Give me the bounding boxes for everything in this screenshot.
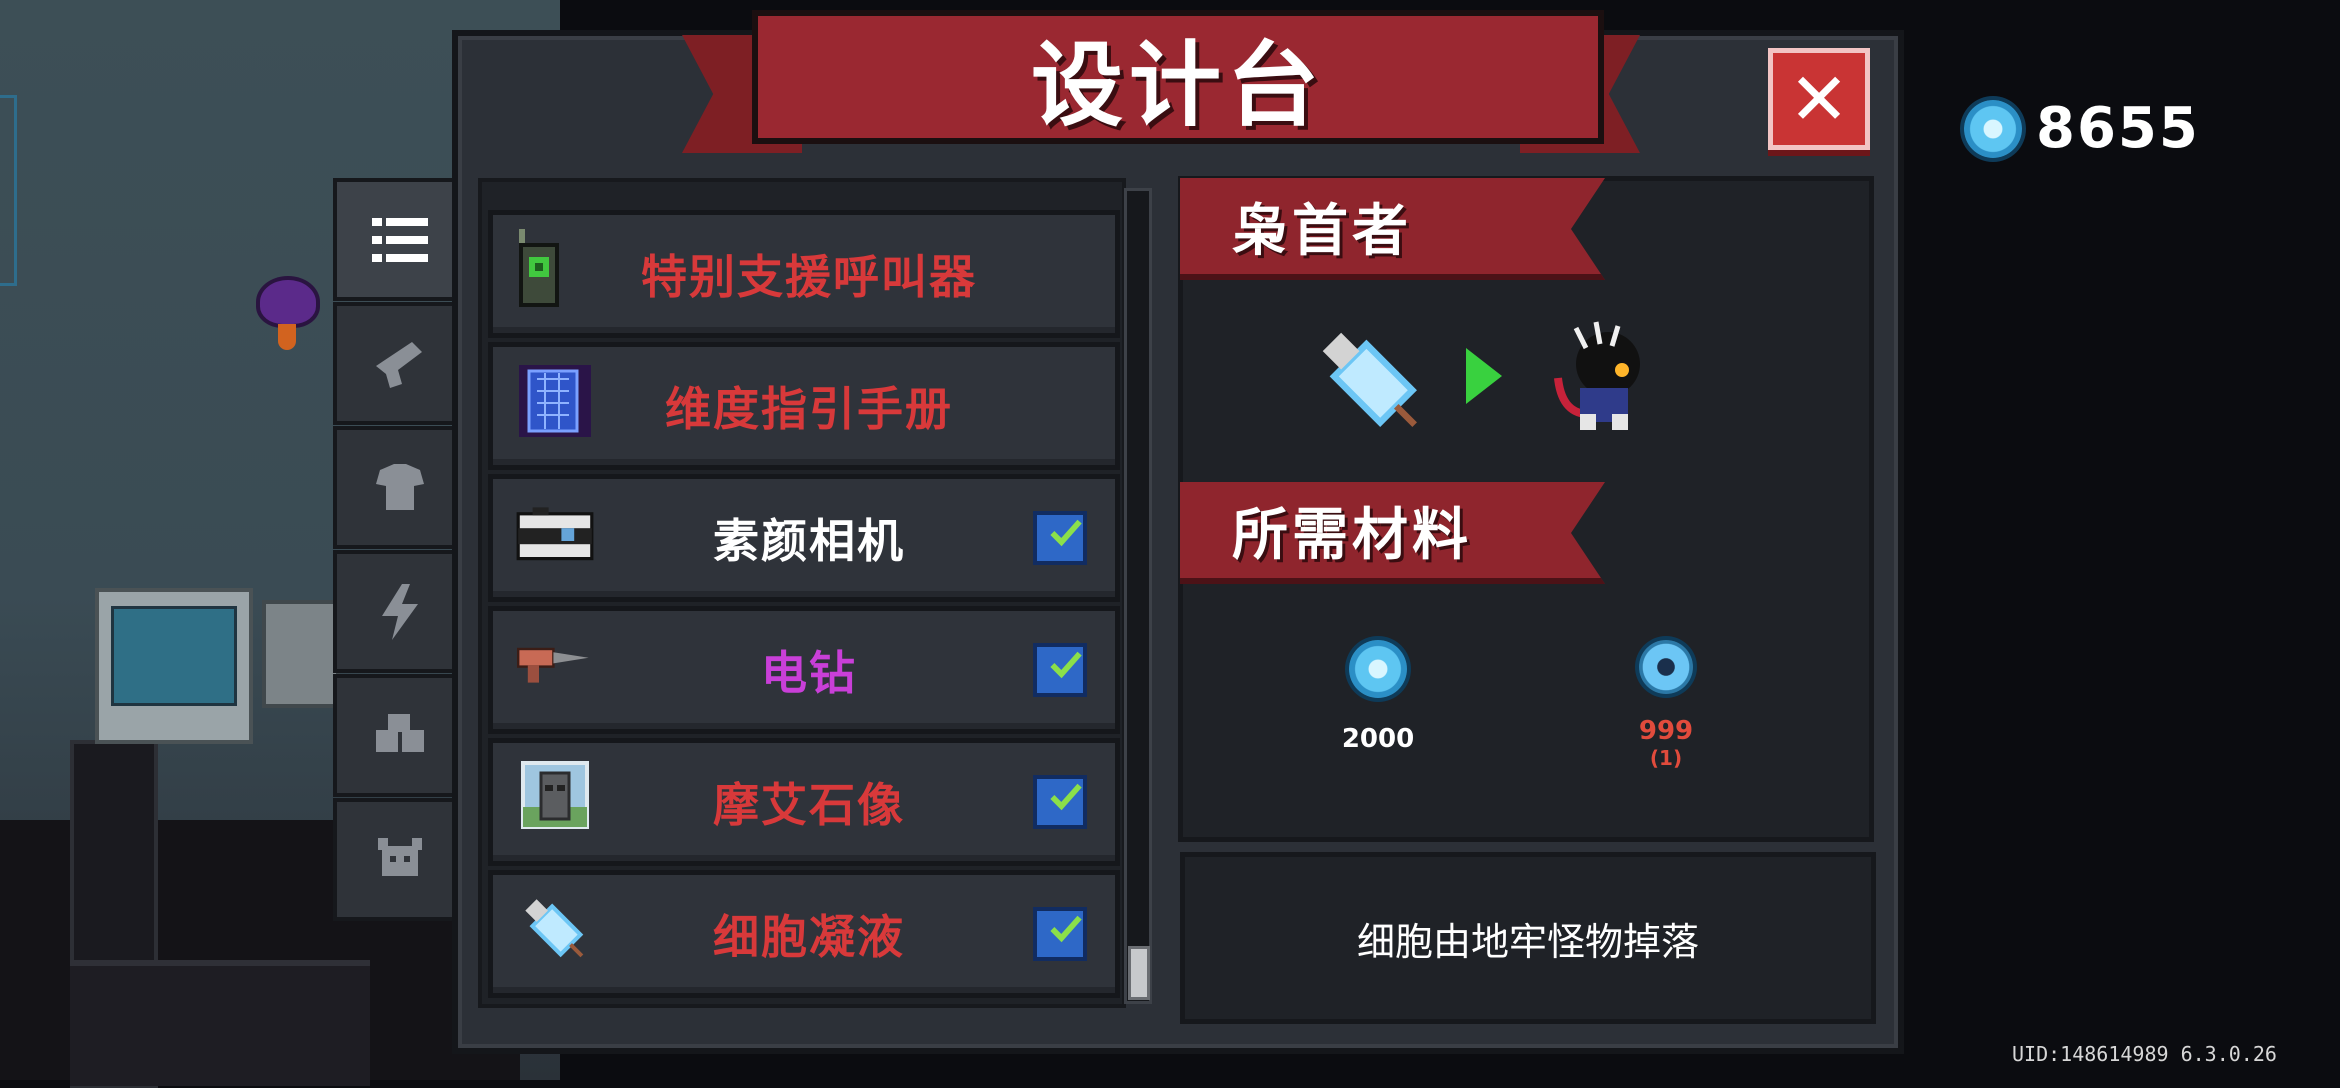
title-banner: 设计台 — [682, 10, 1640, 153]
checkmark-icon — [1050, 519, 1082, 547]
cell-syringe-icon — [515, 889, 595, 969]
close-icon: ✕ — [1788, 57, 1850, 141]
material-gems: 2000 — [1318, 640, 1438, 754]
checkmark-icon — [1050, 915, 1082, 943]
materials-ribbon: 所需材料 — [1180, 482, 1605, 584]
scrollbar-thumb[interactable] — [1128, 946, 1150, 1000]
description-text: 细胞由地牢怪物掉落 — [1356, 919, 1699, 964]
tab-weapons[interactable] — [333, 302, 462, 425]
description-box: 细胞由地牢怪物掉落 — [1180, 852, 1876, 1024]
list-scrollbar[interactable] — [1124, 188, 1152, 1004]
unlocked-checkbox — [1033, 907, 1087, 961]
materials-icon — [375, 713, 424, 752]
lightning-icon — [381, 583, 418, 640]
close-button[interactable]: ✕ — [1768, 48, 1870, 150]
green-arrow-icon — [1466, 348, 1502, 404]
walkie-talkie-icon — [515, 229, 595, 309]
list-item-name: 特别支援呼叫器 — [641, 250, 977, 304]
list-item-name: 素颜相机 — [713, 514, 905, 568]
cell-syringe-icon — [1322, 332, 1417, 427]
unlocked-checkbox — [1033, 511, 1087, 565]
tab-armor[interactable] — [333, 426, 462, 549]
workbench — [262, 600, 340, 708]
camera-icon — [515, 493, 595, 573]
checkmark-icon — [1050, 783, 1082, 811]
tab-skills[interactable] — [333, 550, 462, 673]
beheader-character-icon — [1554, 321, 1640, 430]
title-plate: 设计台 — [752, 10, 1604, 144]
list-item-name: 电钻 — [761, 646, 857, 700]
pet-icon — [377, 837, 422, 876]
list-item[interactable]: 摩艾石像 — [488, 738, 1120, 866]
blue-gem-icon — [1349, 640, 1407, 698]
checkmark-icon — [1050, 651, 1082, 679]
drill-icon — [515, 625, 595, 705]
uid-version-text: UID:148614989 6.3.0.26 — [2012, 1042, 2277, 1066]
panel-title: 设计台 — [1030, 31, 1325, 139]
unlocked-checkbox — [1033, 643, 1087, 697]
material-cells: 999 (1) — [1606, 640, 1726, 770]
target-title: 枭首者 — [1232, 198, 1412, 264]
tab-materials[interactable] — [333, 674, 462, 797]
list-item-name: 维度指引手册 — [665, 382, 953, 436]
gun-icon — [375, 341, 422, 388]
cell-material-icon — [1639, 640, 1693, 694]
gem-counter: 8655 — [1964, 96, 2200, 161]
list-item[interactable]: 维度指引手册 — [488, 342, 1120, 470]
blue-gem-icon — [1964, 99, 2022, 158]
unlocked-checkbox — [1033, 775, 1087, 829]
material-amount: 999 — [1638, 716, 1694, 746]
target-ribbon: 枭首者 — [1180, 178, 1605, 280]
purple-bat-enemy — [248, 270, 328, 350]
material-owned: (1) — [1649, 746, 1683, 770]
left-edge-frame — [0, 95, 17, 286]
dungeon-step — [70, 960, 370, 1086]
tab-pets[interactable] — [333, 798, 462, 921]
armor-icon — [375, 463, 424, 510]
material-amount: 2000 — [1341, 724, 1415, 754]
gem-amount: 8655 — [2036, 96, 2200, 161]
list-item-name: 摩艾石像 — [713, 778, 905, 832]
list-item[interactable]: 素颜相机 — [488, 474, 1120, 602]
tab-list[interactable] — [333, 178, 462, 301]
moai-statue-icon — [515, 757, 595, 837]
list-item-name: 细胞凝液 — [713, 910, 905, 964]
computer-monitor — [95, 588, 253, 744]
materials-title: 所需材料 — [1232, 502, 1472, 568]
list-icon — [371, 217, 428, 262]
list-item[interactable]: 电钻 — [488, 606, 1120, 734]
list-item[interactable]: 细胞凝液 — [488, 870, 1120, 998]
list-item[interactable]: 特别支援呼叫器 — [488, 210, 1120, 338]
dimension-manual-icon — [515, 361, 595, 441]
